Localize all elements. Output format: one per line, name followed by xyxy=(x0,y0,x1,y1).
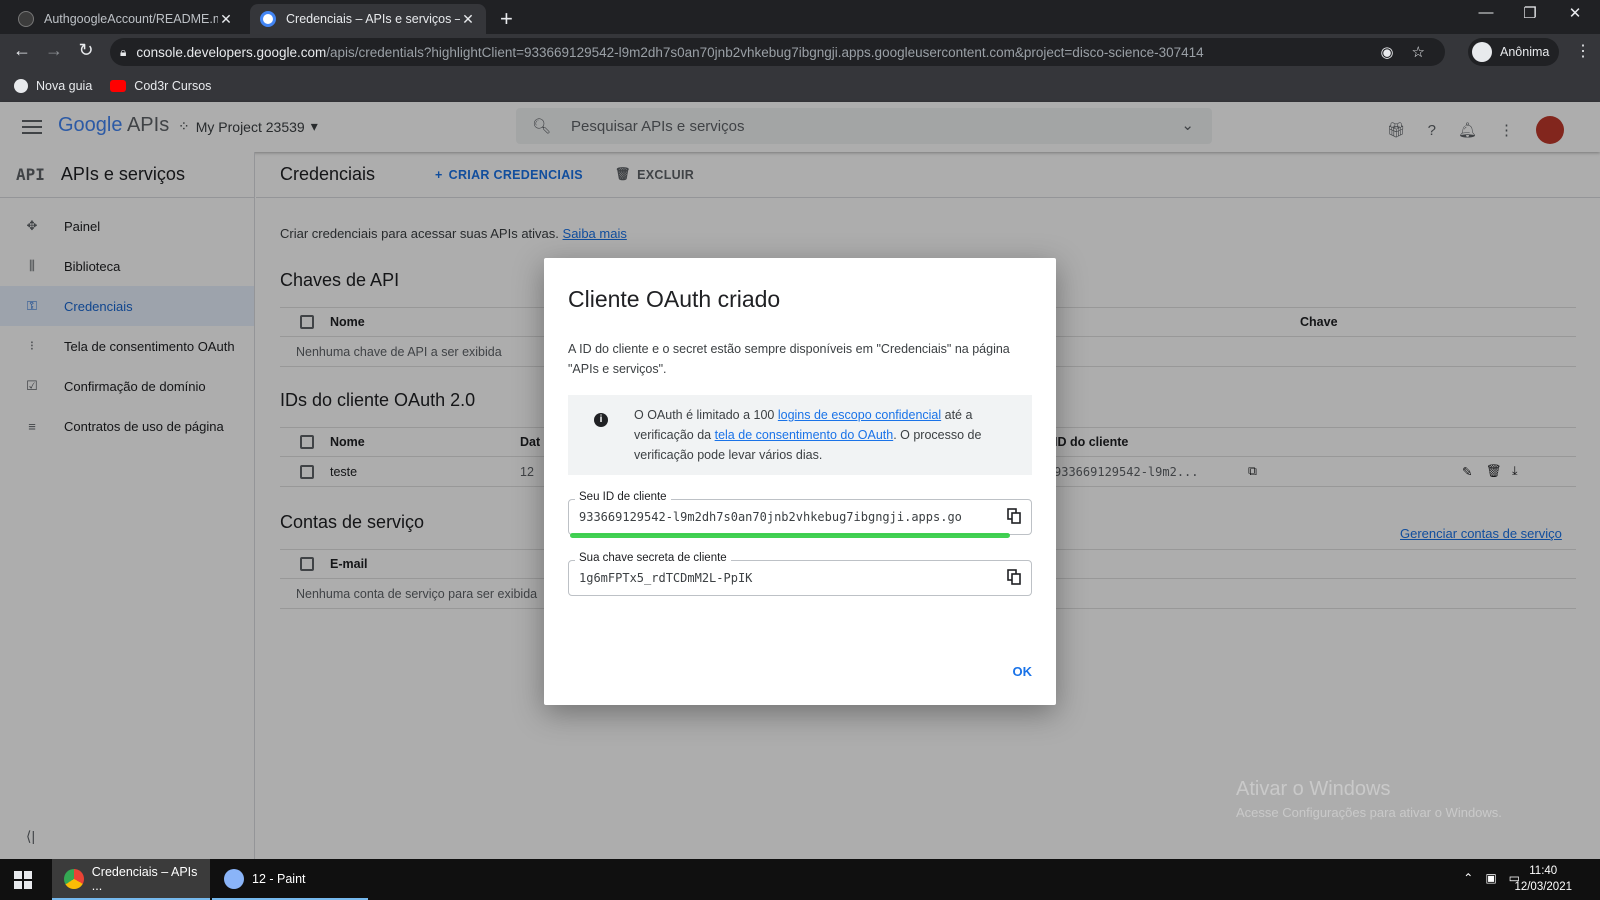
youtube-icon xyxy=(110,80,127,92)
client-secret-label: Sua chave secreta de cliente xyxy=(575,552,731,564)
network-icon[interactable]: ▣ xyxy=(1485,871,1496,885)
windows-taskbar: Credenciais – APIs ... 12 - Paint ⌃ ▣ ▭ … xyxy=(0,859,1600,900)
paint-icon xyxy=(224,868,244,889)
browser-menu-icon[interactable]: ⋮ xyxy=(1575,41,1591,61)
taskbar-chrome[interactable]: Credenciais – APIs ... xyxy=(52,859,210,900)
info-icon: i xyxy=(594,413,608,427)
address-bar[interactable]: 🔒︎ console.developers.google.com/apis/cr… xyxy=(110,38,1445,66)
tab-github-readme[interactable]: AuthgoogleAccount/README.md ✕ xyxy=(8,4,244,34)
client-id-value[interactable]: 933669129542-l9m2dh7s0an70jnb2vhkebug7ib… xyxy=(579,510,989,524)
browser-toolbar: ← → ↻ 🔒︎ console.developers.google.com/a… xyxy=(0,34,1600,70)
lock-icon: 🔒︎ xyxy=(120,44,127,59)
close-tab-icon[interactable]: ✕ xyxy=(218,11,234,28)
tab-credenciais[interactable]: Credenciais – APIs e serviços – M ✕ xyxy=(250,4,486,34)
taskbar-app-label: 12 - Paint xyxy=(252,871,306,886)
url-path: /apis/credentials?highlightClient=933669… xyxy=(326,44,1204,60)
tab-title: AuthgoogleAccount/README.md xyxy=(44,12,218,26)
back-icon[interactable]: ← xyxy=(10,40,34,61)
tracking-blocked-icon[interactable]: ◉ xyxy=(1380,43,1393,61)
forward-icon[interactable]: → xyxy=(42,40,66,61)
new-tab-button[interactable]: + xyxy=(500,6,513,32)
ok-button[interactable]: OK xyxy=(1013,664,1033,679)
bookmarks-bar: Nova guia Cod3r Cursos xyxy=(0,70,1600,102)
incognito-icon xyxy=(1472,42,1492,62)
notice-text: O OAuth é limitado a 100 xyxy=(634,408,778,422)
github-icon xyxy=(18,11,34,27)
copy-icon[interactable] xyxy=(1007,569,1021,585)
reload-icon[interactable]: ↻ xyxy=(74,40,98,61)
restore-icon[interactable]: ❐ xyxy=(1510,4,1550,22)
dialog-description: A ID do cliente e o secret estão sempre … xyxy=(568,342,1010,376)
chrome-icon xyxy=(64,868,84,889)
bookmark-label: Cod3r Cursos xyxy=(134,79,212,93)
tab-title: Credenciais – APIs e serviços – M xyxy=(286,12,460,26)
oauth-limit-notice: i O OAuth é limitado a 100 logins de esc… xyxy=(568,395,1032,475)
taskbar-app-label: Credenciais – APIs ... xyxy=(91,864,198,893)
browser-tabstrip: AuthgoogleAccount/README.md ✕ Credenciai… xyxy=(0,0,1600,34)
clock-date: 12/03/2021 xyxy=(1514,881,1572,893)
bookmark-nova-guia[interactable]: Nova guia xyxy=(14,79,92,93)
client-id-field[interactable]: Seu ID de cliente 933669129542-l9m2dh7s0… xyxy=(568,491,1032,535)
taskbar-paint[interactable]: 12 - Paint xyxy=(212,859,368,900)
url-host: console.developers.google.com xyxy=(136,44,327,60)
consent-screen-link[interactable]: tela de consentimento do OAuth xyxy=(715,428,894,442)
watermark-line2: Acesse Configurações para ativar o Windo… xyxy=(1236,805,1502,820)
dialog-title: Cliente OAuth criado xyxy=(568,286,781,312)
close-tab-icon[interactable]: ✕ xyxy=(460,11,476,28)
clock-time: 11:40 xyxy=(1529,865,1558,877)
google-icon xyxy=(260,11,276,27)
copy-icon[interactable] xyxy=(1007,508,1021,524)
client-secret-field[interactable]: Sua chave secreta de cliente 1g6mFPTx5_r… xyxy=(568,552,1032,596)
sensitive-scope-link[interactable]: logins de escopo confidencial xyxy=(778,408,941,422)
highlight-marker xyxy=(570,533,1010,538)
profile-label: Anônima xyxy=(1500,45,1550,59)
globe-icon xyxy=(14,79,28,93)
oauth-created-dialog: Cliente OAuth criado A ID do cliente e o… xyxy=(544,258,1056,705)
system-tray: ⌃ ▣ ▭ xyxy=(1463,871,1520,885)
windows-activation-watermark: Ativar o Windows Acesse Configurações pa… xyxy=(1236,778,1502,820)
taskbar-clock[interactable]: 11:40 12/03/2021 xyxy=(1514,863,1572,895)
bookmark-star-icon[interactable]: ☆ xyxy=(1412,43,1425,61)
client-id-label: Seu ID de cliente xyxy=(575,491,671,503)
bookmark-label: Nova guia xyxy=(36,79,93,93)
chevron-up-icon[interactable]: ⌃ xyxy=(1463,871,1473,885)
client-secret-value[interactable]: 1g6mFPTx5_rdTCDmM2L-PpIK xyxy=(579,571,989,585)
bookmark-cod3r[interactable]: Cod3r Cursos xyxy=(110,79,211,93)
close-window-icon[interactable]: ✕ xyxy=(1555,4,1595,22)
minimize-icon[interactable]: — xyxy=(1466,4,1506,21)
incognito-profile-button[interactable]: Anônima xyxy=(1468,38,1560,66)
watermark-line1: Ativar o Windows xyxy=(1236,778,1391,800)
windows-start-icon[interactable] xyxy=(14,871,32,889)
